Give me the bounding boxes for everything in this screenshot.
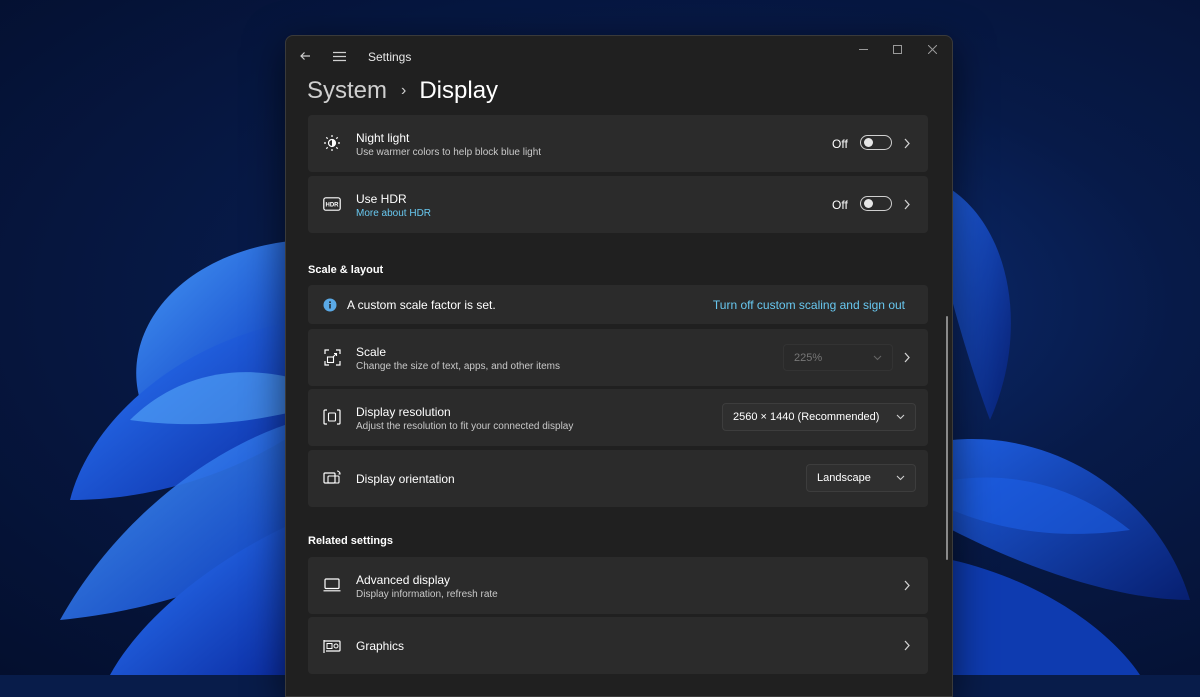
night-light-title: Night light	[356, 131, 410, 145]
graphics-row[interactable]: Graphics	[308, 617, 928, 674]
monitor-icon	[322, 575, 342, 595]
toggle-knob	[864, 138, 873, 147]
hdr-title: Use HDR	[356, 192, 407, 206]
chevron-right-icon: ›	[401, 82, 407, 99]
display-orientation-row: Display orientation Landscape	[308, 450, 928, 507]
minimize-icon	[858, 45, 868, 57]
scale-value: 225%	[794, 351, 823, 364]
chevron-down-icon	[872, 353, 882, 363]
hdr-row[interactable]: HDR Use HDR More about HDR Off	[308, 176, 928, 233]
display-orientation-title: Display orientation	[356, 472, 455, 486]
back-arrow-icon	[299, 50, 311, 65]
display-resolution-dropdown[interactable]: 2560 × 1440 (Recommended)	[722, 403, 916, 431]
page-title: Display	[419, 77, 499, 104]
scale-row[interactable]: Scale Change the size of text, apps, and…	[308, 329, 928, 386]
resolution-value: 2560 × 1440 (Recommended)	[733, 411, 880, 423]
more-about-hdr-link[interactable]: More about HDR	[356, 208, 431, 219]
info-icon	[320, 295, 340, 315]
graphics-title: Graphics	[356, 639, 405, 653]
minimize-button[interactable]	[846, 40, 880, 62]
close-icon	[927, 44, 937, 57]
advanced-display-title: Advanced display	[356, 573, 451, 587]
menu-button[interactable]	[326, 46, 352, 68]
display-resolution-row: Display resolution Adjust the resolution…	[308, 389, 928, 446]
resolution-icon	[322, 407, 342, 427]
hdr-state: Off	[832, 198, 848, 212]
maximize-button[interactable]	[880, 40, 914, 62]
chevron-down-icon	[895, 412, 905, 422]
breadcrumb-system[interactable]: System	[307, 77, 387, 105]
app-title: Settings	[368, 50, 412, 64]
night-light-row[interactable]: Night light Use warmer colors to help bl…	[308, 115, 928, 172]
night-light-subtitle: Use warmer colors to help block blue lig…	[356, 147, 542, 158]
graphics-card-icon	[322, 636, 342, 656]
advanced-display-row[interactable]: Advanced display Display information, re…	[308, 557, 928, 614]
chevron-down-icon	[895, 473, 905, 483]
scale-dropdown: 225%	[783, 344, 893, 371]
scale-subtitle: Change the size of text, apps, and other…	[356, 361, 561, 372]
hdr-toggle[interactable]	[860, 196, 892, 211]
chevron-right-icon[interactable]	[900, 350, 914, 364]
turn-off-custom-scaling-link[interactable]: Turn off custom scaling and sign out	[713, 298, 905, 312]
hamburger-icon	[332, 50, 346, 65]
chevron-right-icon[interactable]	[900, 578, 914, 592]
title-bar: Settings	[286, 36, 952, 78]
display-resolution-title: Display resolution	[356, 405, 451, 419]
orientation-value: Landscape	[817, 472, 871, 484]
breadcrumb: System › Display	[307, 74, 498, 108]
custom-scale-message: A custom scale factor is set.	[347, 298, 496, 312]
orientation-icon	[322, 468, 342, 488]
toggle-knob	[864, 199, 873, 208]
advanced-display-subtitle: Display information, refresh rate	[356, 589, 498, 600]
night-light-toggle[interactable]	[860, 135, 892, 150]
close-button[interactable]	[915, 40, 949, 62]
brightness-icon	[322, 133, 342, 153]
night-light-state: Off	[832, 137, 848, 151]
custom-scale-info-bar: A custom scale factor is set. Turn off c…	[308, 285, 928, 324]
chevron-right-icon[interactable]	[900, 136, 914, 150]
scale-title: Scale	[356, 345, 387, 359]
settings-window: Settings System › Display Night light Us…	[285, 35, 953, 697]
scale-icon	[322, 347, 342, 367]
scrollbar[interactable]	[946, 316, 948, 560]
chevron-right-icon[interactable]	[900, 197, 914, 211]
display-resolution-subtitle: Adjust the resolution to fit your connec…	[356, 421, 574, 432]
section-related-settings: Related settings	[308, 535, 393, 547]
display-orientation-dropdown[interactable]: Landscape	[806, 464, 916, 492]
hdr-icon: HDR	[322, 194, 342, 214]
chevron-right-icon[interactable]	[900, 638, 914, 652]
maximize-icon	[892, 45, 902, 57]
section-scale-layout: Scale & layout	[308, 264, 384, 276]
back-button[interactable]	[292, 46, 318, 68]
svg-text:HDR: HDR	[326, 203, 340, 209]
